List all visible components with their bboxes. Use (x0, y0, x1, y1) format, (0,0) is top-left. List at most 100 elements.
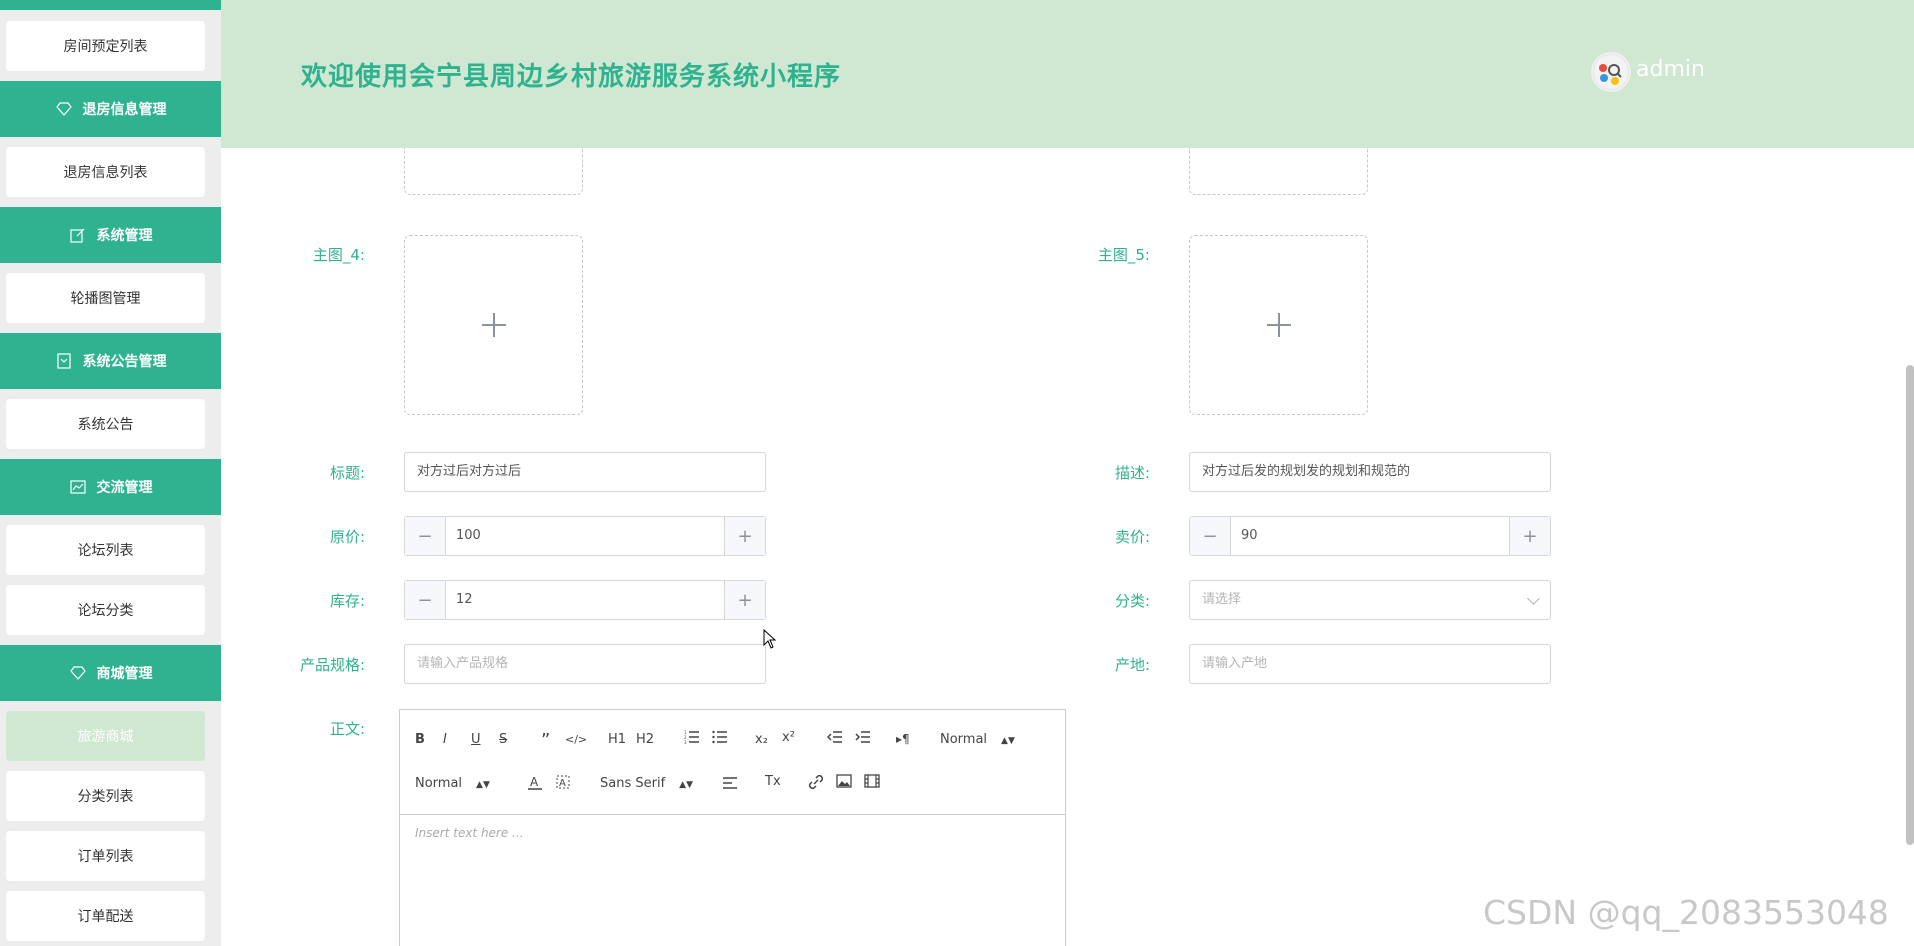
increase-button[interactable]: + (724, 581, 765, 619)
decrease-button[interactable]: − (405, 581, 446, 619)
strike-button[interactable]: S (499, 732, 507, 747)
sidebar-item-carousel[interactable]: 轮播图管理 (6, 273, 205, 323)
text-direction-button[interactable]: ▸¶ (896, 732, 910, 746)
diamond-icon (69, 664, 87, 682)
upload-main-image-5[interactable] (1189, 235, 1368, 415)
original-price-value[interactable]: 100 (446, 517, 724, 555)
svg-text:A: A (530, 775, 539, 789)
rich-text-editor[interactable]: B I U S ” </> H1 H2 123 x₂ x² ▸¶ Normal … (399, 709, 1066, 946)
origin-label: 产地: (1114, 656, 1150, 674)
stock-stepper[interactable]: − 12 + (404, 580, 766, 620)
sidebar-group-label: 系统管理 (96, 228, 153, 244)
caret-icon: ▲▼ (1001, 736, 1015, 746)
link-icon[interactable] (808, 774, 824, 794)
sidebar-group-label: 交流管理 (96, 480, 153, 496)
h2-button[interactable]: H2 (636, 732, 654, 747)
sidebar-item-announcement[interactable]: 系统公告 (6, 399, 205, 449)
chart-icon (69, 478, 87, 496)
header-select[interactable]: Normal ▲▼ (940, 732, 1015, 747)
increase-button[interactable]: + (1509, 517, 1550, 555)
image-icon[interactable] (836, 774, 852, 792)
indent-icon[interactable] (855, 730, 871, 748)
category-label: 分类: (1114, 592, 1150, 610)
text-color-icon[interactable]: A (527, 774, 543, 794)
sidebar-item-checkout-list[interactable]: 退房信息列表 (6, 147, 205, 197)
original-price-stepper[interactable]: − 100 + (404, 516, 766, 556)
user-name[interactable]: admin (1636, 57, 1705, 82)
notice-icon (55, 352, 73, 370)
caret-icon: ▲▼ (476, 780, 490, 790)
sale-price-value[interactable]: 90 (1231, 517, 1509, 555)
plus-icon (1266, 313, 1291, 337)
sidebar-group-label: 商城管理 (96, 666, 153, 682)
main-form: 主图_4: 主图_5: 标题: 对方过后对方过后 描述: 对方过后发的规划发的规… (221, 148, 1914, 946)
clean-format-button[interactable]: Tx (765, 774, 781, 789)
decrease-button[interactable]: − (1190, 517, 1231, 555)
origin-input[interactable]: 请输入产地 (1189, 644, 1551, 684)
sidebar-group-announcement[interactable]: 系统公告管理 (0, 333, 221, 389)
header-select-value: Normal (940, 732, 988, 747)
align-icon[interactable] (722, 776, 738, 794)
bullet-list-icon[interactable] (712, 730, 728, 748)
increase-button[interactable]: + (724, 517, 765, 555)
title-input[interactable]: 对方过后对方过后 (404, 452, 766, 492)
sidebar-item-travel-mall[interactable]: 旅游商城 (6, 711, 205, 761)
superscript-button[interactable]: x² (782, 730, 795, 745)
h1-button[interactable]: H1 (608, 732, 626, 747)
diamond-icon (55, 100, 73, 118)
content-label: 正文: (329, 720, 365, 738)
main-image-4-label: 主图_4: (312, 246, 365, 264)
upload-main-image-3[interactable] (1189, 148, 1368, 195)
page-title: 欢迎使用会宁县周边乡村旅游服务系统小程序 (301, 62, 842, 92)
category-placeholder: 请选择 (1202, 592, 1242, 607)
sidebar-item-order-list[interactable]: 订单列表 (6, 831, 205, 881)
code-block-button[interactable]: </> (565, 733, 587, 746)
scrollbar[interactable] (1906, 365, 1914, 845)
font-select[interactable]: Sans Serif ▲▼ (600, 776, 693, 791)
sidebar-item-room-booking-list[interactable]: 房间预定列表 (6, 21, 205, 71)
editor-content[interactable]: Insert text here ... (400, 814, 1065, 946)
upload-main-image-4[interactable] (404, 235, 583, 415)
sidebar-group-checkout-info[interactable]: 退房信息管理 (0, 81, 221, 137)
background-color-icon[interactable]: A (555, 774, 571, 794)
stock-label: 库存: (329, 592, 365, 610)
plus-icon (481, 313, 506, 337)
caret-icon: ▲▼ (679, 780, 693, 790)
original-price-label: 原价: (329, 528, 365, 546)
sidebar-group-communication[interactable]: 交流管理 (0, 459, 221, 515)
subscript-button[interactable]: x₂ (755, 732, 768, 747)
mouse-cursor-icon (763, 628, 777, 653)
font-select-value: Sans Serif (600, 776, 666, 791)
stock-value[interactable]: 12 (446, 581, 724, 619)
spec-input[interactable]: 请输入产品规格 (404, 644, 766, 684)
underline-button[interactable]: U (471, 732, 481, 747)
upload-main-image-2[interactable] (404, 148, 583, 195)
size-select-value: Normal (415, 776, 463, 791)
bold-button[interactable]: B (415, 732, 425, 747)
spec-label: 产品规格: (299, 656, 365, 674)
sidebar-item-order-delivery[interactable]: 订单配送 (6, 891, 205, 941)
sidebar-item-forum-list[interactable]: 论坛列表 (6, 525, 205, 575)
title-label: 标题: (329, 464, 365, 482)
blockquote-button[interactable]: ” (541, 730, 550, 751)
sidebar-group-mall[interactable]: 商城管理 (0, 645, 221, 701)
description-label: 描述: (1114, 464, 1150, 482)
header: 欢迎使用会宁县周边乡村旅游服务系统小程序 admin (221, 0, 1914, 148)
sidebar-group-system[interactable]: 系统管理 (0, 207, 221, 263)
decrease-button[interactable]: − (405, 517, 446, 555)
outdent-icon[interactable] (826, 730, 843, 748)
video-icon[interactable] (864, 774, 880, 792)
sidebar-item-category-list[interactable]: 分类列表 (6, 771, 205, 821)
sidebar-group-label: 退房信息管理 (82, 102, 167, 118)
avatar[interactable] (1591, 52, 1631, 92)
main-image-5-label: 主图_5: (1097, 246, 1150, 264)
sidebar-item-forum-category[interactable]: 论坛分类 (6, 585, 205, 635)
sale-price-stepper[interactable]: − 90 + (1189, 516, 1551, 556)
editor-toolbar: B I U S ” </> H1 H2 123 x₂ x² ▸¶ Normal … (400, 710, 1065, 815)
italic-button[interactable]: I (443, 732, 447, 747)
sale-price-label: 卖价: (1114, 528, 1150, 546)
description-input[interactable]: 对方过后发的规划发的规划和规范的 (1189, 452, 1551, 492)
ordered-list-icon[interactable]: 123 (684, 730, 700, 748)
category-select[interactable]: 请选择 (1189, 580, 1551, 620)
size-select[interactable]: Normal ▲▼ (415, 776, 490, 791)
